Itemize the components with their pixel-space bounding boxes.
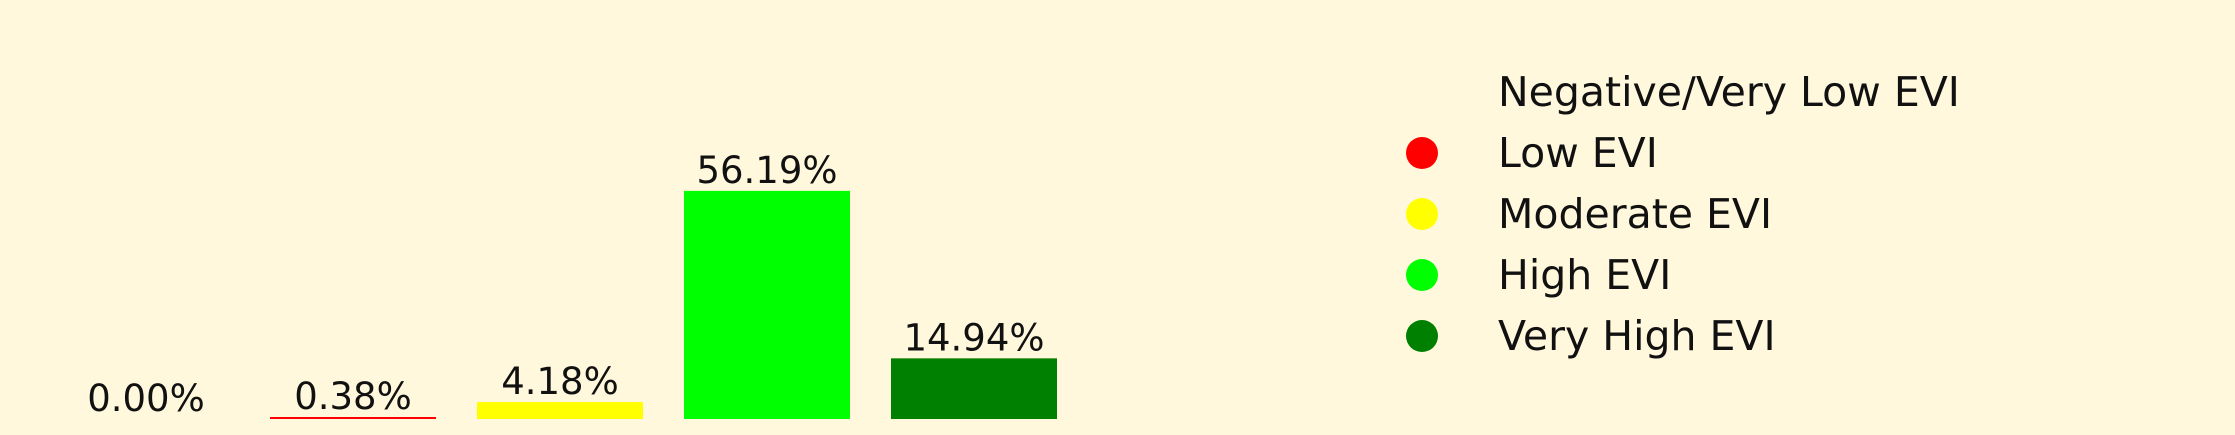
bar-value-label-1: 0.00% <box>87 377 205 420</box>
legend-label-2: Low EVI <box>1498 129 1658 177</box>
bar-5 <box>891 358 1057 419</box>
legend-label-5: Very High EVI <box>1498 312 1776 360</box>
legend-marker-2 <box>1406 137 1438 169</box>
chart-container: 0.00% 0.38% 4.18% 56.19% 14.94% Negative/Ver… <box>0 0 2235 435</box>
bar-3 <box>477 402 643 419</box>
legend: Negative/Very Low EVI Low EVI Moderate EVI… <box>1406 68 1960 360</box>
legend-label-3: Moderate EVI <box>1498 190 1772 238</box>
bar-value-label-3: 4.18% <box>501 360 619 403</box>
legend-label-1: Negative/Very Low EVI <box>1498 68 1960 116</box>
legend-marker-1 <box>1406 76 1438 108</box>
legend-marker-3 <box>1406 198 1438 230</box>
legend-label-4: High EVI <box>1498 251 1671 299</box>
bar-value-label-2: 0.38% <box>294 375 412 418</box>
bar-value-label-4: 56.19% <box>696 149 837 192</box>
legend-marker-5 <box>1406 320 1438 352</box>
evi-bar-chart: 0.00% 0.38% 4.18% 56.19% 14.94% Negative/Ver… <box>87 68 1960 420</box>
bar-value-label-5: 14.94% <box>903 316 1044 359</box>
bar-4 <box>684 190 850 419</box>
legend-marker-4 <box>1406 259 1438 291</box>
